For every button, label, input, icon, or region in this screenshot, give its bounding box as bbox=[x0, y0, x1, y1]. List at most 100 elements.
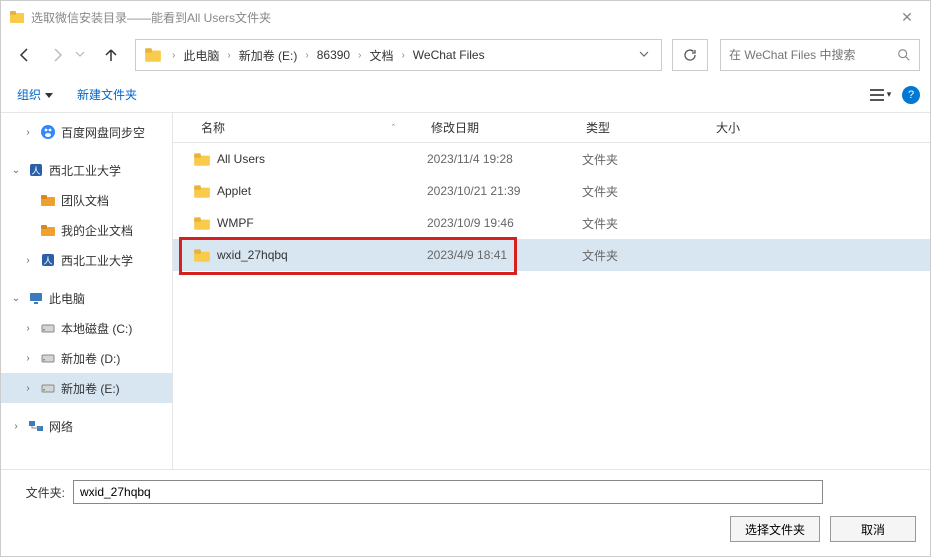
new-folder-button[interactable]: 新建文件夹 bbox=[71, 82, 143, 107]
tree-item[interactable]: › 网络 bbox=[1, 411, 172, 441]
folder-y-icon bbox=[39, 191, 57, 209]
chevron-right-icon: › bbox=[166, 50, 181, 61]
folder-icon bbox=[193, 214, 211, 232]
expander-icon: › bbox=[21, 323, 35, 334]
column-header-size[interactable]: 大小 bbox=[708, 119, 788, 136]
main-area: ›百度网盘同步空⌄人西北工业大学团队文档我的企业文档›人西北工业大学⌄此电脑›本… bbox=[1, 113, 930, 469]
expander-icon: ⌄ bbox=[9, 293, 23, 304]
disk-icon bbox=[39, 319, 57, 337]
tree-item[interactable]: › 新加卷 (D:) bbox=[1, 343, 172, 373]
tree-item-label: 我的企业文档 bbox=[61, 222, 133, 239]
file-row[interactable]: WMPF2023/10/9 19:46文件夹 bbox=[173, 207, 930, 239]
file-date: 2023/10/9 19:46 bbox=[427, 216, 582, 230]
folder-icon bbox=[193, 150, 211, 168]
expander-icon: › bbox=[9, 421, 23, 432]
close-button[interactable]: ✕ bbox=[892, 9, 922, 26]
search-box[interactable] bbox=[720, 39, 920, 71]
file-type: 文件夹 bbox=[582, 247, 712, 264]
folder-icon bbox=[193, 246, 211, 264]
refresh-button[interactable] bbox=[672, 39, 708, 71]
help-button[interactable]: ? bbox=[902, 86, 920, 104]
tree-item[interactable]: 我的企业文档 bbox=[1, 215, 172, 245]
expander-icon: ⌄ bbox=[9, 165, 23, 176]
tree-item-label: 网络 bbox=[49, 418, 73, 435]
expander-icon: › bbox=[21, 353, 35, 364]
tree-item[interactable]: ⌄人西北工业大学 bbox=[1, 155, 172, 185]
file-name: Applet bbox=[217, 184, 427, 198]
chevron-right-icon: › bbox=[221, 50, 236, 61]
expander-icon: › bbox=[21, 383, 35, 394]
app-icon bbox=[9, 9, 25, 25]
select-folder-button[interactable]: 选择文件夹 bbox=[730, 516, 820, 542]
column-header-date[interactable]: 修改日期 bbox=[423, 119, 578, 136]
tree-item-label: 新加卷 (D:) bbox=[61, 350, 120, 367]
file-name: WMPF bbox=[217, 216, 427, 230]
search-input[interactable] bbox=[729, 48, 897, 62]
file-row[interactable]: All Users2023/11/4 19:28文件夹 bbox=[173, 143, 930, 175]
file-row[interactable]: wxid_27hqbq2023/4/9 18:41文件夹 bbox=[173, 239, 930, 271]
folder-icon bbox=[193, 182, 211, 200]
up-button[interactable] bbox=[97, 41, 125, 69]
window-title: 选取微信安装目录——能看到All Users文件夹 bbox=[31, 9, 892, 26]
breadcrumb-item[interactable]: WeChat Files bbox=[411, 48, 487, 62]
disk-icon bbox=[39, 379, 57, 397]
file-name: All Users bbox=[217, 152, 427, 166]
breadcrumb-dropdown[interactable] bbox=[635, 48, 657, 62]
column-header-name[interactable]: 名称ˆ bbox=[193, 119, 423, 136]
breadcrumb[interactable]: › 此电脑 › 新加卷 (E:) › 86390 › 文档 › WeChat F… bbox=[135, 39, 662, 71]
dialog-bottom: 文件夹: 选择文件夹 取消 bbox=[1, 469, 930, 556]
folder-field-label: 文件夹: bbox=[15, 484, 65, 501]
history-dropdown[interactable] bbox=[75, 48, 93, 62]
net-icon bbox=[27, 417, 45, 435]
tree-item-label: 此电脑 bbox=[49, 290, 85, 307]
file-type: 文件夹 bbox=[582, 151, 712, 168]
breadcrumb-item[interactable]: 86390 bbox=[315, 48, 352, 62]
tree-item-label: 团队文档 bbox=[61, 192, 109, 209]
folder-name-input[interactable] bbox=[73, 480, 823, 504]
tree-item[interactable]: 团队文档 bbox=[1, 185, 172, 215]
file-row[interactable]: Applet2023/10/21 21:39文件夹 bbox=[173, 175, 930, 207]
nwpu-icon: 人 bbox=[39, 251, 57, 269]
back-button[interactable] bbox=[11, 41, 39, 69]
svg-text:人: 人 bbox=[31, 166, 40, 176]
nwpu-icon: 人 bbox=[27, 161, 45, 179]
baidu-icon bbox=[39, 123, 57, 141]
forward-button[interactable] bbox=[43, 41, 71, 69]
refresh-icon bbox=[682, 47, 698, 63]
breadcrumb-item[interactable]: 文档 bbox=[367, 47, 395, 64]
tree-item-label: 本地磁盘 (C:) bbox=[61, 320, 132, 337]
search-icon bbox=[897, 48, 911, 62]
tree-item-label: 西北工业大学 bbox=[61, 252, 133, 269]
chevron-right-icon: › bbox=[395, 50, 410, 61]
tree-item[interactable]: ⌄ 此电脑 bbox=[1, 283, 172, 313]
tree-item[interactable]: › 本地磁盘 (C:) bbox=[1, 313, 172, 343]
chevron-right-icon: › bbox=[352, 50, 367, 61]
toolbar: 组织 新建文件夹 ▾ ? bbox=[1, 77, 930, 113]
pc-icon bbox=[27, 289, 45, 307]
tree-item[interactable]: › 百度网盘同步空 bbox=[1, 117, 172, 147]
expander-icon: › bbox=[21, 127, 35, 138]
tree-item[interactable]: › 人西北工业大学 bbox=[1, 245, 172, 275]
expander-icon: › bbox=[21, 255, 35, 266]
sort-indicator-icon: ˆ bbox=[392, 123, 395, 133]
tree-item-label: 新加卷 (E:) bbox=[61, 380, 120, 397]
view-options-button[interactable]: ▾ bbox=[866, 83, 894, 107]
file-date: 2023/4/9 18:41 bbox=[427, 248, 582, 262]
organize-menu[interactable]: 组织 bbox=[11, 82, 59, 107]
breadcrumb-item[interactable]: 新加卷 (E:) bbox=[237, 47, 300, 64]
file-date: 2023/11/4 19:28 bbox=[427, 152, 582, 166]
breadcrumb-item[interactable]: 此电脑 bbox=[181, 47, 221, 64]
tree-item[interactable]: › 新加卷 (E:) bbox=[1, 373, 172, 403]
column-header-type[interactable]: 类型 bbox=[578, 119, 708, 136]
tree-item-label: 百度网盘同步空 bbox=[61, 124, 145, 141]
file-type: 文件夹 bbox=[582, 215, 712, 232]
cancel-button[interactable]: 取消 bbox=[830, 516, 916, 542]
file-type: 文件夹 bbox=[582, 183, 712, 200]
file-date: 2023/10/21 21:39 bbox=[427, 184, 582, 198]
navigation-tree: ›百度网盘同步空⌄人西北工业大学团队文档我的企业文档›人西北工业大学⌄此电脑›本… bbox=[1, 113, 173, 469]
file-name: wxid_27hqbq bbox=[217, 248, 427, 262]
disk-icon bbox=[39, 349, 57, 367]
svg-text:人: 人 bbox=[43, 256, 52, 266]
chevron-right-icon: › bbox=[299, 50, 314, 61]
file-list: 名称ˆ 修改日期 类型 大小 All Users2023/11/4 19:28文… bbox=[173, 113, 930, 469]
